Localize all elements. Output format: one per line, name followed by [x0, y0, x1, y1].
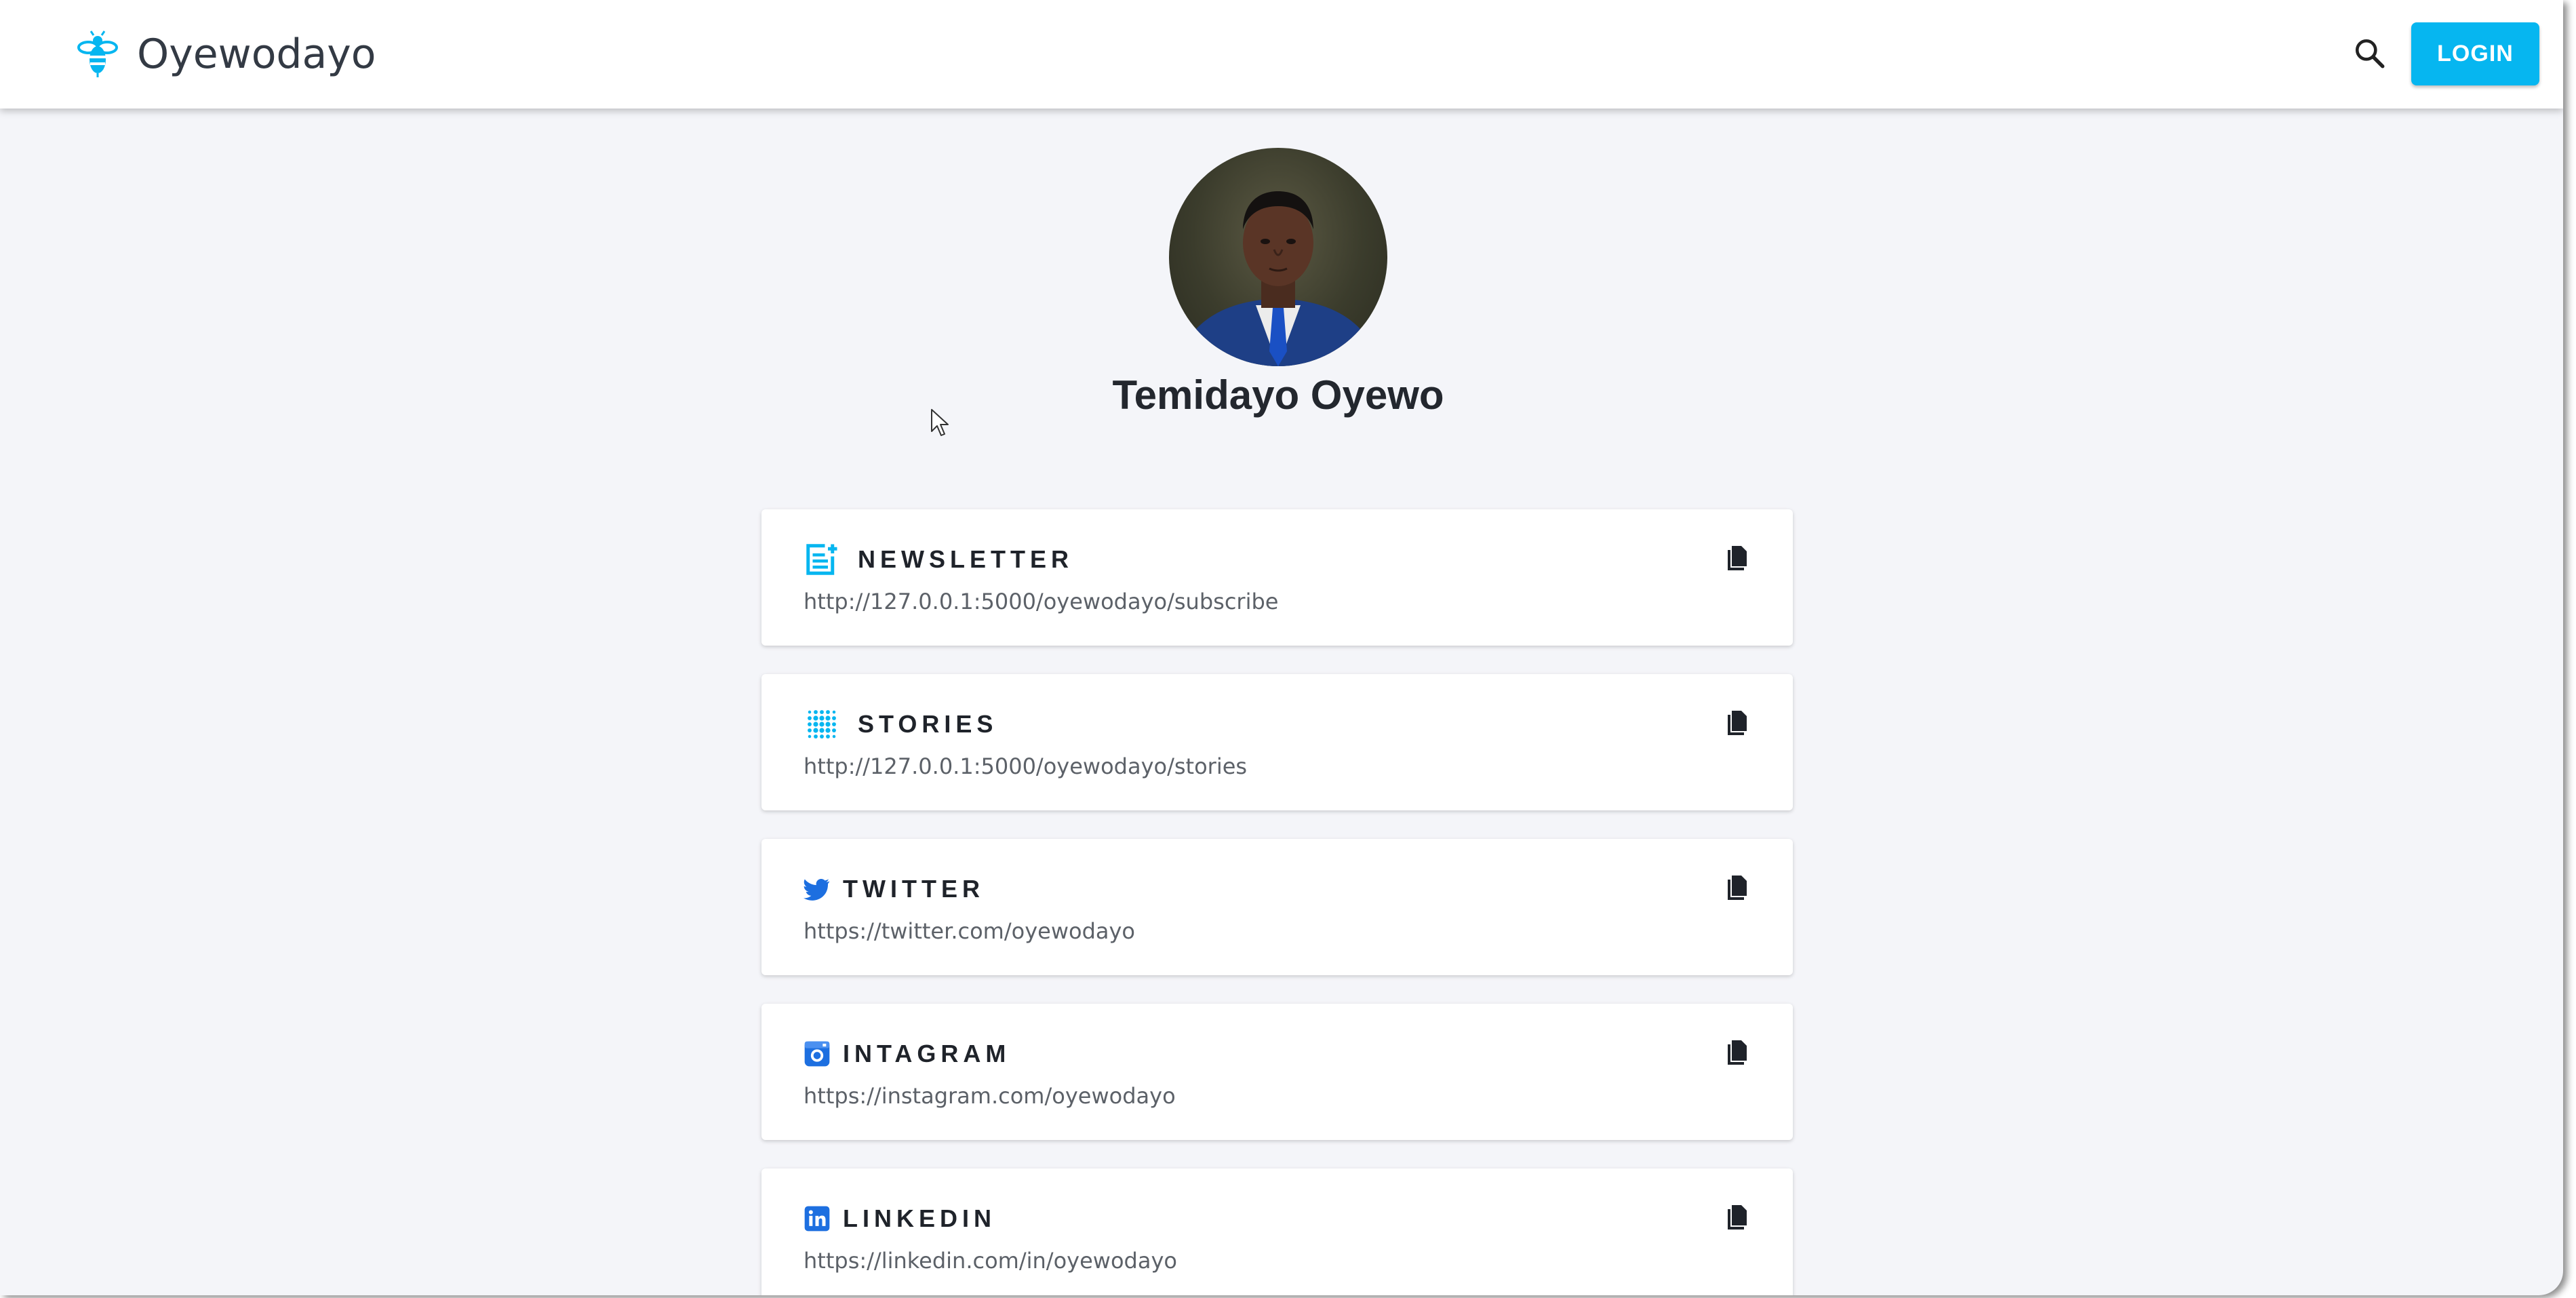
copy-button[interactable] — [1721, 539, 1755, 577]
link-card-twitter[interactable]: TWITTER https://twitter.com/oyewodayo — [761, 839, 1793, 975]
twitter-icon — [804, 878, 830, 901]
login-button[interactable]: LOGIN — [2411, 22, 2539, 85]
link-title: INTAGRAM — [843, 1040, 1011, 1067]
link-title: LINKEDIN — [843, 1204, 996, 1232]
copy-icon — [1728, 546, 1747, 570]
link-title: STORIES — [858, 710, 998, 738]
link-title: NEWSLETTER — [858, 545, 1073, 573]
link-card-stories[interactable]: STORIES http://127.0.0.1:5000/oyewodayo/… — [761, 674, 1793, 810]
copy-button[interactable] — [1721, 1034, 1755, 1071]
copy-icon — [1728, 711, 1747, 735]
link-url[interactable]: http://127.0.0.1:5000/oyewodayo/stories — [804, 753, 1247, 779]
instagram-icon — [804, 1041, 830, 1067]
link-url[interactable]: https://twitter.com/oyewodayo — [804, 918, 1135, 944]
mouse-cursor-icon — [931, 409, 949, 436]
link-card-newsletter[interactable]: NEWSLETTER http://127.0.0.1:5000/oyewoda… — [761, 509, 1793, 646]
link-card-header: TWITTER — [804, 869, 985, 909]
search-button[interactable] — [2347, 31, 2392, 76]
link-card-header: NEWSLETTER — [804, 539, 1073, 580]
link-url[interactable]: https://instagram.com/oyewodayo — [804, 1083, 1176, 1109]
dot-grid-icon — [808, 710, 836, 739]
profile-name: Temidayo Oyewo — [1112, 372, 1444, 418]
link-card-header: INTAGRAM — [804, 1034, 1010, 1074]
link-url[interactable]: http://127.0.0.1:5000/oyewodayo/subscrib… — [804, 589, 1278, 614]
copy-icon — [1728, 1040, 1747, 1065]
copy-button[interactable] — [1721, 869, 1755, 907]
linkedin-icon — [804, 1206, 830, 1232]
newsletter-add-icon — [806, 544, 837, 575]
link-card-instagram[interactable]: INTAGRAM https://instagram.com/oyewodayo — [761, 1004, 1793, 1140]
browser-window: Oyewodayo LOGIN Temidayo Oyewo NEWSLETTE… — [0, 0, 2563, 1295]
link-card-header: STORIES — [804, 704, 997, 745]
link-card-header: LINKEDIN — [804, 1198, 996, 1239]
app-bar: Oyewodayo LOGIN — [0, 0, 2563, 109]
search-icon — [2355, 39, 2385, 68]
link-title: TWITTER — [843, 875, 985, 903]
avatar — [1169, 148, 1387, 366]
link-card-linkedin[interactable]: LINKEDIN https://linkedin.com/in/oyewoda… — [761, 1168, 1793, 1295]
copy-button[interactable] — [1721, 704, 1755, 742]
copy-button[interactable] — [1721, 1198, 1755, 1236]
copy-icon — [1728, 1205, 1747, 1230]
profile-photo — [1176, 191, 1381, 366]
link-url[interactable]: https://linkedin.com/in/oyewodayo — [804, 1248, 1177, 1274]
copy-icon — [1728, 876, 1747, 900]
brand-name: Oyewodayo — [137, 31, 376, 78]
links-list: NEWSLETTER http://127.0.0.1:5000/oyewoda… — [761, 509, 1793, 1295]
bee-logo-icon — [77, 31, 118, 77]
brand[interactable]: Oyewodayo — [76, 26, 376, 83]
